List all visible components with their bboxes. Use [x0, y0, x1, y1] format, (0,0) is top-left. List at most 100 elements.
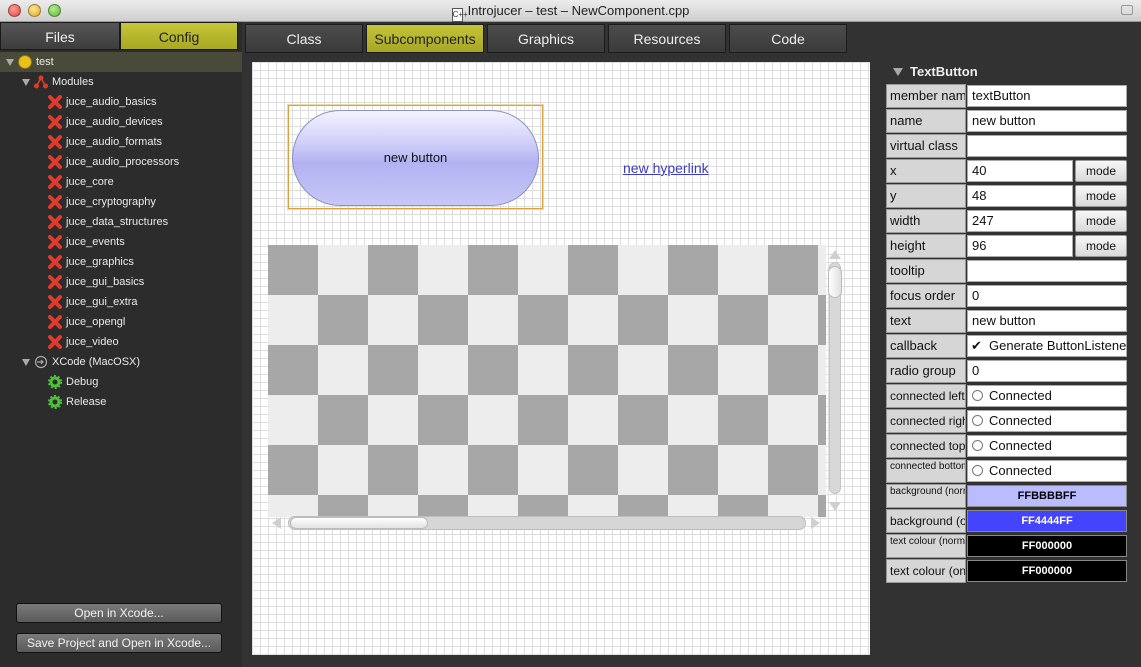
- tab-subcomponents[interactable]: Subcomponents: [366, 24, 484, 53]
- colour-swatch-background-normal-[interactable]: FFBBBBFF: [967, 485, 1127, 507]
- scroll-right-arrow-icon[interactable]: [811, 517, 820, 529]
- module-icon: [48, 95, 62, 109]
- module-icon: [48, 195, 62, 209]
- module-icon: [48, 115, 62, 129]
- expand-triangle-icon[interactable]: [22, 79, 30, 86]
- tree-item-module-label: juce_cryptography: [66, 196, 156, 208]
- property-value-focus-order[interactable]: 0: [967, 285, 1127, 307]
- scroll-down-arrow-icon[interactable]: [829, 502, 841, 511]
- colour-swatch-text-colour-normal-[interactable]: FF000000: [967, 535, 1127, 557]
- new-hyperlink-component[interactable]: new hyperlink: [623, 160, 709, 176]
- property-value-height[interactable]: 96: [967, 235, 1073, 257]
- tree-item-project[interactable]: test: [0, 52, 242, 72]
- property-value-connected-bottom[interactable]: Connected: [967, 460, 1127, 482]
- tab-files[interactable]: Files: [0, 22, 120, 50]
- property-value-x[interactable]: 40: [967, 160, 1073, 182]
- tree-item-module[interactable]: juce_video: [0, 332, 242, 352]
- tree-item-module[interactable]: juce_core: [0, 172, 242, 192]
- property-name: virtual class: [886, 134, 966, 158]
- tree-item-module-label: juce_audio_processors: [66, 156, 180, 168]
- tab-graphics[interactable]: Graphics: [487, 24, 605, 53]
- property-name: text colour (normal): [886, 534, 966, 558]
- radio-button-icon[interactable]: [972, 390, 983, 401]
- tree-item-module[interactable]: juce_audio_basics: [0, 92, 242, 112]
- property-row: connected top Connected: [886, 434, 1130, 458]
- new-button-component[interactable]: new button: [292, 110, 539, 206]
- radio-button-icon[interactable]: [972, 415, 983, 426]
- radio-button-icon[interactable]: [972, 440, 983, 451]
- property-value-virtual-class[interactable]: [967, 135, 1127, 157]
- property-value-member-name[interactable]: textButton: [967, 85, 1127, 107]
- fullscreen-icon[interactable]: [1121, 5, 1133, 15]
- tree-item-module[interactable]: juce_audio_devices: [0, 112, 242, 132]
- property-value-connected-top[interactable]: Connected: [967, 435, 1127, 457]
- property-value-connected-right[interactable]: Connected: [967, 410, 1127, 432]
- property-row: callback ✔ Generate ButtonListener: [886, 334, 1130, 358]
- tree-item-module-label: juce_data_structures: [66, 216, 169, 228]
- tree-item-module[interactable]: juce_opengl: [0, 312, 242, 332]
- colour-swatch-background-on-[interactable]: FF4444FF: [967, 510, 1127, 532]
- tree-item-modules[interactable]: Modules: [0, 72, 242, 92]
- open-in-xcode-button[interactable]: Open in Xcode...: [16, 603, 222, 623]
- save-and-open-button[interactable]: Save Project and Open in Xcode...: [16, 633, 222, 653]
- property-row: background (on)FF4444FF: [886, 509, 1130, 533]
- viewport-component[interactable]: [268, 245, 826, 517]
- cpp-file-icon: C++: [451, 8, 468, 22]
- tree-item-module[interactable]: juce_gui_extra: [0, 292, 242, 312]
- tab-resources[interactable]: Resources: [608, 24, 726, 53]
- property-value-y[interactable]: 48: [967, 185, 1073, 207]
- property-value-tooltip[interactable]: [967, 260, 1127, 282]
- tree-item-module[interactable]: juce_cryptography: [0, 192, 242, 212]
- tree-item-module[interactable]: juce_data_structures: [0, 212, 242, 232]
- tab-class[interactable]: Class: [245, 24, 363, 53]
- scroll-up-arrow-icon[interactable]: [829, 250, 841, 259]
- checkbox-label: Generate ButtonListener: [989, 338, 1127, 353]
- property-value-name[interactable]: new button: [967, 110, 1127, 132]
- property-name: background (on): [886, 509, 966, 533]
- mode-button-width[interactable]: mode: [1075, 210, 1127, 232]
- tree-item-module[interactable]: juce_events: [0, 232, 242, 252]
- tab-code[interactable]: Code: [729, 24, 847, 53]
- mode-button-y[interactable]: mode: [1075, 185, 1127, 207]
- window-title: C++Introjucer – test – NewComponent.cpp: [0, 3, 1141, 22]
- tree-item-module[interactable]: juce_audio_processors: [0, 152, 242, 172]
- tree-item-module[interactable]: juce_graphics: [0, 252, 242, 272]
- module-icon: [48, 135, 62, 149]
- property-value-callback[interactable]: ✔ Generate ButtonListener: [967, 335, 1127, 357]
- mode-button-height[interactable]: mode: [1075, 235, 1127, 257]
- tree-item-config[interactable]: Release: [0, 392, 242, 412]
- property-name: connected left: [886, 384, 966, 408]
- scroll-left-arrow-icon[interactable]: [272, 517, 281, 529]
- property-value-width[interactable]: 247: [967, 210, 1073, 232]
- tree-item-config-label: Release: [66, 396, 107, 408]
- property-value-connected-left[interactable]: Connected: [967, 385, 1127, 407]
- property-name: y: [886, 184, 966, 208]
- tab-config[interactable]: Config: [120, 22, 238, 50]
- vertical-scroll-thumb[interactable]: [828, 266, 842, 298]
- property-value-text[interactable]: new button: [967, 310, 1127, 332]
- gear-icon: [47, 374, 63, 390]
- modules-icon: [34, 75, 48, 89]
- tree-item-module-label: juce_video: [66, 336, 119, 348]
- horizontal-scroll-thumb[interactable]: [290, 517, 428, 529]
- property-row: background (normal)FFBBBBFF: [886, 484, 1130, 508]
- property-row: y 48 mode: [886, 184, 1130, 208]
- module-icon: [48, 255, 62, 269]
- radio-button-icon[interactable]: [972, 465, 983, 476]
- design-canvas[interactable]: new button new hyperlink: [252, 62, 870, 655]
- colour-swatch-text-colour-on-[interactable]: FF000000: [967, 560, 1127, 582]
- property-name: radio group: [886, 359, 966, 383]
- module-icon: [48, 155, 62, 169]
- property-value-radio-group[interactable]: 0: [967, 360, 1127, 382]
- mode-button-x[interactable]: mode: [1075, 160, 1127, 182]
- tree-item-exporter[interactable]: XCode (MacOSX): [0, 352, 242, 372]
- tree-item-module[interactable]: juce_audio_formats: [0, 132, 242, 152]
- property-row: member name textButton: [886, 84, 1130, 108]
- expand-triangle-icon[interactable]: [22, 359, 30, 366]
- tree-item-config[interactable]: Debug: [0, 372, 242, 392]
- collapse-triangle-icon[interactable]: [893, 68, 903, 76]
- expand-triangle-icon[interactable]: [6, 59, 14, 66]
- tree-item-module[interactable]: juce_gui_basics: [0, 272, 242, 292]
- radio-label: Connected: [989, 438, 1052, 453]
- checkmark-icon[interactable]: ✔: [971, 339, 983, 352]
